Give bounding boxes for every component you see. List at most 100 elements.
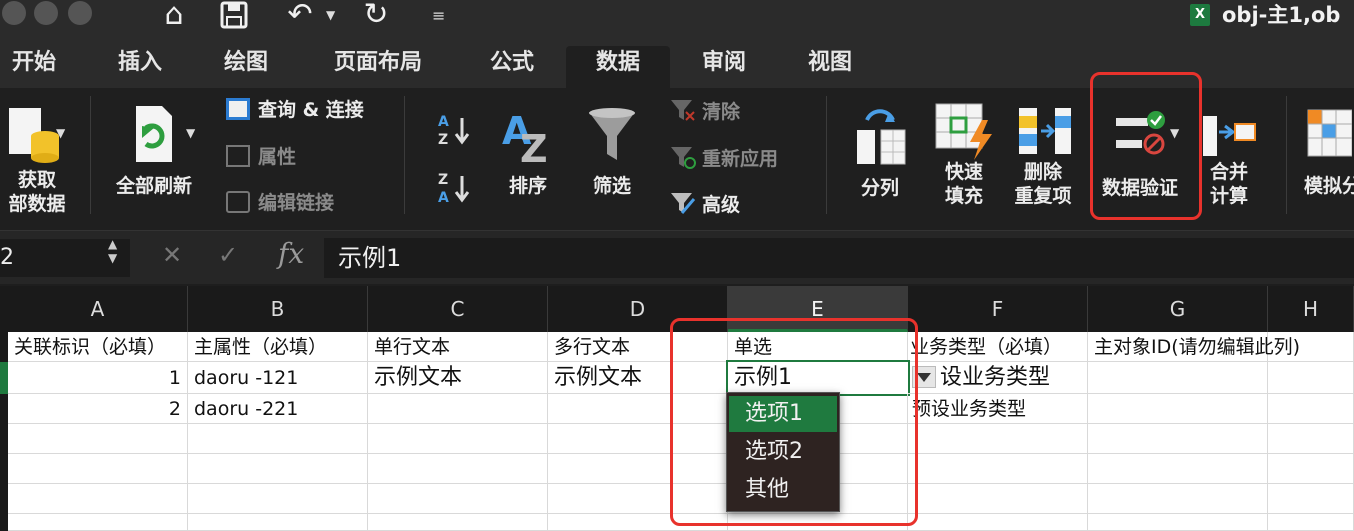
column-header-c[interactable]: C <box>368 286 548 332</box>
tab-home[interactable]: 开始 <box>6 46 62 88</box>
formula-input[interactable]: 示例1 <box>324 238 1354 278</box>
table-cell[interactable] <box>1268 424 1354 454</box>
table-cell[interactable]: 预设业务类型 <box>908 394 1088 424</box>
svg-text:Z: Z <box>438 172 448 188</box>
table-cell[interactable]: 关联标识（必填） <box>8 332 188 362</box>
undo-dropdown-icon[interactable]: ▼ <box>326 8 335 22</box>
table-cell[interactable]: 业务类型（必填） <box>908 332 1088 362</box>
consolidate-button[interactable]: 合并 计算 <box>1198 102 1260 208</box>
table-cell[interactable] <box>1268 514 1354 531</box>
clear-filter-button[interactable]: 清除 <box>670 98 740 124</box>
customize-toolbar-icon[interactable]: ≡ <box>432 6 445 25</box>
table-cell[interactable] <box>368 394 548 424</box>
table-cell[interactable] <box>908 424 1088 454</box>
table-cell[interactable] <box>1268 362 1354 394</box>
ribbon: 获取 部数据 ▼ 全部刷新 ▼ 查询 & 连接 属性 编辑链接 AZ ZA A … <box>0 72 1354 230</box>
edit-links-button[interactable]: 编辑链接 <box>226 191 334 215</box>
window-minimize-button[interactable] <box>34 1 58 25</box>
table-cell[interactable] <box>188 514 368 531</box>
table-cell[interactable] <box>188 454 368 484</box>
table-cell[interactable]: 2 <box>8 394 188 424</box>
refresh-dropdown-icon[interactable]: ▼ <box>186 126 195 140</box>
home-icon[interactable]: ⌂ <box>156 0 192 30</box>
sort-descending-button[interactable]: ZA <box>436 170 472 209</box>
table-cell[interactable] <box>1088 424 1268 454</box>
insert-function-icon[interactable]: fx <box>278 237 304 270</box>
ribbon-separator <box>404 96 405 214</box>
svg-text:Z: Z <box>520 127 548 166</box>
data-validation-highlight <box>1090 72 1202 220</box>
table-cell[interactable] <box>1268 394 1354 424</box>
column-header-h[interactable]: H <box>1268 286 1354 332</box>
redo-icon[interactable]: ↻ <box>358 0 394 30</box>
tab-draw[interactable]: 绘图 <box>218 46 274 88</box>
reapply-filter-button[interactable]: 重新应用 <box>670 145 778 171</box>
table-cell[interactable] <box>8 484 188 514</box>
table-cell[interactable] <box>188 424 368 454</box>
save-icon[interactable] <box>218 0 250 30</box>
table-cell[interactable] <box>188 484 368 514</box>
get-data-button[interactable]: 获取 部数据 <box>0 102 74 216</box>
table-cell[interactable] <box>368 424 548 454</box>
refresh-all-button[interactable]: 全部刷新 <box>106 104 202 198</box>
advanced-filter-button[interactable]: 高级 <box>670 191 740 217</box>
table-cell[interactable] <box>1268 484 1354 514</box>
table-cell[interactable] <box>1088 514 1268 531</box>
table-cell[interactable] <box>1088 394 1268 424</box>
table-cell[interactable]: 示例文本 <box>368 362 548 394</box>
table-cell[interactable] <box>1268 332 1354 362</box>
table-cell[interactable] <box>1088 454 1268 484</box>
table-cell[interactable] <box>908 454 1088 484</box>
tab-data[interactable]: 数据 <box>566 46 670 88</box>
sort-button[interactable]: A Z 排序 <box>498 106 558 198</box>
window-zoom-button[interactable] <box>68 1 92 25</box>
sort-ascending-button[interactable]: AZ <box>436 112 472 151</box>
table-cell[interactable]: daoru -121 <box>188 362 368 394</box>
text-to-columns-button[interactable]: 分列 <box>848 106 912 200</box>
column-header-f[interactable]: F <box>908 286 1088 332</box>
table-cell[interactable]: daoru -221 <box>188 394 368 424</box>
column-header-g[interactable]: G <box>1088 286 1268 332</box>
tab-page-layout[interactable]: 页面布局 <box>324 46 432 88</box>
flash-fill-button[interactable]: 快速 填充 <box>932 102 996 208</box>
tab-view[interactable]: 视图 <box>802 46 858 88</box>
row-header[interactable] <box>0 332 8 362</box>
link-icon <box>226 191 250 213</box>
queries-connections-button[interactable]: 查询 & 连接 <box>226 98 364 122</box>
table-cell[interactable] <box>1268 454 1354 484</box>
column-header-a[interactable]: A <box>8 286 188 332</box>
table-cell[interactable]: 1 <box>8 362 188 394</box>
table-cell[interactable]: 主对象ID(请勿编辑此列) <box>1088 332 1300 362</box>
table-cell[interactable]: 主属性（必填） <box>188 332 368 362</box>
table-cell[interactable] <box>368 484 548 514</box>
cancel-icon[interactable]: ✕ <box>162 241 182 269</box>
tab-insert[interactable]: 插入 <box>112 46 168 88</box>
filter-button[interactable]: 筛选 <box>582 106 642 198</box>
table-cell[interactable] <box>368 454 548 484</box>
remove-duplicates-button[interactable]: 删除 重复项 <box>1010 102 1076 208</box>
table-cell[interactable] <box>1088 484 1268 514</box>
column-header-b[interactable]: B <box>188 286 368 332</box>
table-cell[interactable] <box>1088 362 1268 394</box>
table-cell[interactable] <box>8 454 188 484</box>
text-to-columns-icon <box>857 109 906 165</box>
enter-check-icon[interactable]: ✓ <box>218 241 238 269</box>
what-if-icon <box>1307 109 1352 157</box>
row-header-selected[interactable] <box>0 362 8 394</box>
table-cell[interactable] <box>368 514 548 531</box>
tab-formulas[interactable]: 公式 <box>484 46 540 88</box>
window-close-button[interactable] <box>2 1 26 25</box>
properties-button[interactable]: 属性 <box>226 145 296 169</box>
get-data-dropdown-icon[interactable]: ▼ <box>56 126 65 140</box>
table-cell[interactable]: 单行文本 <box>368 332 548 362</box>
tab-review[interactable]: 审阅 <box>696 46 752 88</box>
row-header[interactable] <box>0 394 8 531</box>
table-cell[interactable] <box>908 484 1088 514</box>
undo-icon[interactable]: ↶ <box>280 0 320 30</box>
what-if-analysis-button[interactable]: 模拟分 <box>1298 104 1354 198</box>
table-cell[interactable] <box>8 514 188 531</box>
name-box-stepper-icon[interactable]: ▲ ▼ <box>108 237 117 265</box>
single-select-highlight <box>670 318 918 526</box>
table-cell[interactable] <box>908 514 1088 531</box>
table-cell[interactable] <box>8 424 188 454</box>
